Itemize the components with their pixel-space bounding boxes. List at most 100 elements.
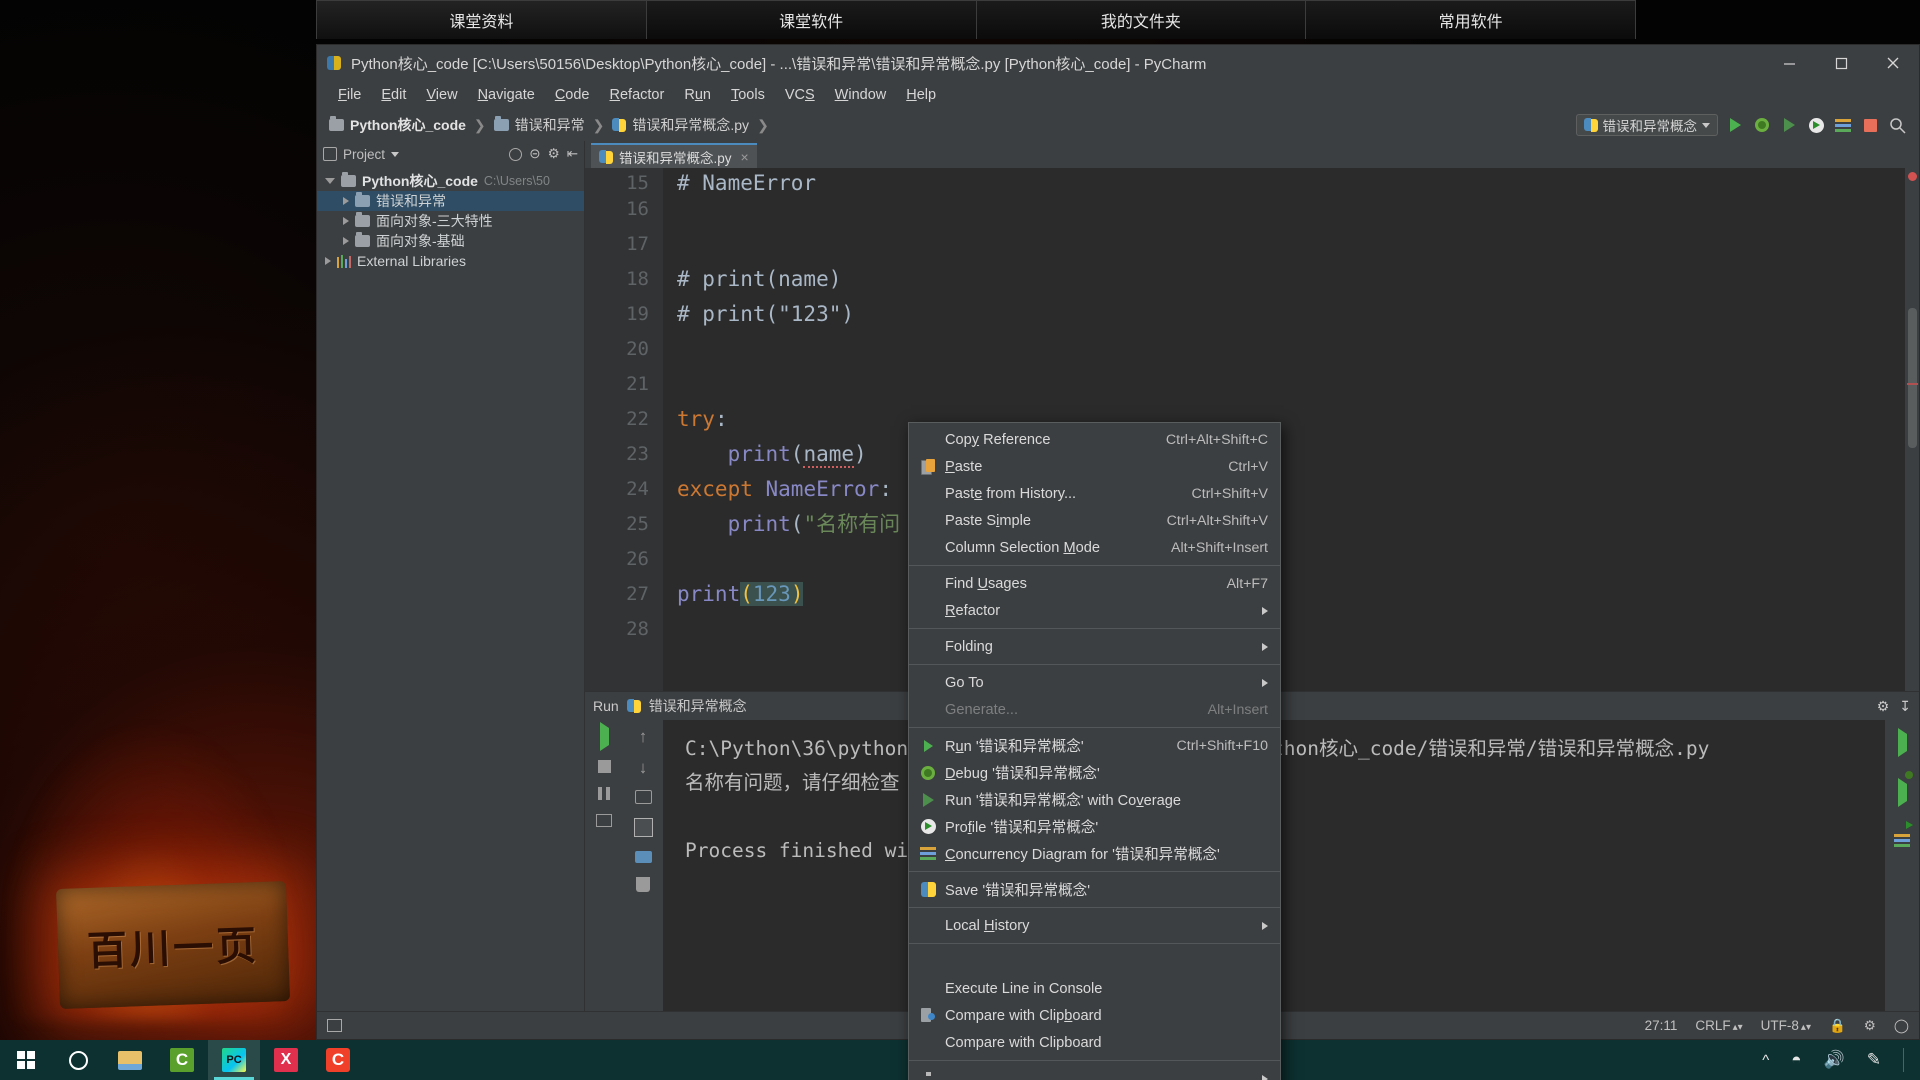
pycharm-taskbar[interactable]: PC: [208, 1040, 260, 1080]
close-icon[interactable]: [1867, 45, 1919, 81]
menu-item-compare-with-clipboard[interactable]: Compare with Clipboard: [909, 1002, 1280, 1029]
desktop-tab-2[interactable]: 我的文件夹: [975, 0, 1307, 39]
hide-icon[interactable]: ↧: [1899, 698, 1911, 715]
menu-item-go-to[interactable]: Go To: [909, 669, 1280, 696]
editor-tab-active[interactable]: 错误和异常概念.py ×: [591, 143, 757, 168]
volume-icon[interactable]: 🔊: [1824, 1050, 1845, 1070]
minimize-icon[interactable]: [1763, 45, 1815, 81]
editor-app[interactable]: C: [156, 1040, 208, 1080]
maximize-icon[interactable]: [1815, 45, 1867, 81]
menu-item-refactor[interactable]: Refactor: [909, 597, 1280, 624]
rerun-icon[interactable]: [599, 722, 609, 751]
menu-item-file-encoding[interactable]: Compare with Clipboard: [909, 1029, 1280, 1056]
print-icon[interactable]: [634, 851, 652, 863]
menu-item-paste-simple[interactable]: Paste Simple Ctrl+Alt+Shift+V: [909, 507, 1280, 534]
toggle-tool-windows-icon[interactable]: [327, 1019, 342, 1032]
chevron-down-icon[interactable]: [325, 178, 335, 184]
menu-tools[interactable]: Tools: [722, 84, 774, 106]
soft-wrap-icon[interactable]: [634, 790, 652, 804]
menu-help[interactable]: Help: [897, 84, 945, 106]
scroll-to-end-icon[interactable]: [633, 818, 653, 837]
up-icon[interactable]: ↑: [639, 728, 648, 745]
menu-edit[interactable]: Edit: [372, 84, 415, 106]
menu-item-local-history[interactable]: Local History: [909, 912, 1280, 939]
menu-code[interactable]: Code: [546, 84, 599, 106]
menu-window[interactable]: Window: [826, 84, 896, 106]
desktop-tab-0[interactable]: 课堂资料: [316, 0, 647, 39]
gear-icon[interactable]: ⚙: [1877, 698, 1890, 715]
menu-item-copy-reference[interactable]: Copy Reference Ctrl+Alt+Shift+C: [909, 426, 1280, 453]
hide-icon[interactable]: ⇤: [567, 146, 578, 162]
menu-item-run-with-coverage[interactable]: Run '错误和异常概念' with Coverage: [909, 786, 1280, 813]
tree-node-project-root[interactable]: Python核心_code C:\Users\50: [317, 171, 584, 191]
locate-icon[interactable]: [509, 147, 523, 161]
desktop-tab-1[interactable]: 课堂软件: [645, 0, 977, 39]
chevron-right-icon[interactable]: [343, 197, 349, 205]
caret-position[interactable]: 27:11: [1645, 1018, 1678, 1033]
line-separator[interactable]: CRLF ▴▾: [1695, 1018, 1742, 1033]
profile-icon[interactable]: [1806, 115, 1826, 135]
stop-icon[interactable]: [1860, 115, 1880, 135]
start-button[interactable]: [0, 1040, 52, 1080]
menu-item-paste[interactable]: Paste Ctrl+V: [909, 453, 1280, 480]
file-encoding[interactable]: UTF-8 ▴▾: [1761, 1018, 1811, 1033]
menu-view[interactable]: View: [417, 84, 466, 106]
menu-item-save-config[interactable]: Save '错误和异常概念': [909, 876, 1280, 903]
menu-vcs[interactable]: VCS: [776, 84, 824, 106]
error-marker[interactable]: [1908, 172, 1917, 181]
gear-icon[interactable]: ⚙: [548, 146, 560, 162]
coverage-icon[interactable]: [1779, 115, 1799, 135]
event-log-icon[interactable]: ◯: [1894, 1018, 1909, 1034]
menu-item-folding[interactable]: Folding: [909, 633, 1280, 660]
run-icon[interactable]: [1725, 115, 1745, 135]
concurrency-icon[interactable]: [1833, 115, 1853, 135]
menu-item-run-config[interactable]: Run '错误和异常概念' Ctrl+Shift+F10: [909, 732, 1280, 759]
code-content[interactable]: # NameError # print(name) # print("123")…: [663, 168, 1905, 691]
window-titlebar[interactable]: Python核心_code [C:\Users\50156\Desktop\Py…: [317, 45, 1919, 81]
tree-node-external-libraries[interactable]: External Libraries: [317, 251, 584, 271]
clear-icon[interactable]: [636, 877, 650, 892]
chevron-right-icon[interactable]: [343, 217, 349, 225]
xmind-app[interactable]: X: [260, 1040, 312, 1080]
run-configuration-selector[interactable]: 错误和异常概念: [1575, 114, 1718, 136]
run-icon[interactable]: [1897, 728, 1907, 757]
menu-item-run-file-in-console[interactable]: Execute Line in Console: [909, 975, 1280, 1002]
cortana-search[interactable]: [52, 1040, 104, 1080]
chevron-down-icon[interactable]: [391, 151, 400, 157]
collapse-all-icon[interactable]: ⊝: [529, 146, 540, 162]
search-icon[interactable]: [1887, 115, 1907, 135]
editor-marker-bar[interactable]: [1905, 168, 1919, 691]
close-icon[interactable]: ×: [741, 149, 749, 165]
menu-file[interactable]: File: [329, 84, 370, 106]
ime-icon[interactable]: ✎: [1867, 1050, 1881, 1070]
menu-item-concurrency-diagram[interactable]: Concurrency Diagram for '错误和异常概念': [909, 840, 1280, 867]
menu-item-debug-config[interactable]: Debug '错误和异常概念': [909, 759, 1280, 786]
breadcrumb-folder[interactable]: 错误和异常: [490, 113, 589, 137]
menu-refactor[interactable]: Refactor: [601, 84, 674, 106]
menu-item-execute-line-in-console[interactable]: [909, 948, 1280, 975]
tree-node-oop-basics[interactable]: 面向对象-基础: [317, 231, 584, 251]
breadcrumb-file[interactable]: 错误和异常概念.py: [608, 113, 753, 137]
menu-item-column-selection-mode[interactable]: Column Selection Mode Alt+Shift+Insert: [909, 534, 1280, 561]
menu-item-profile-config[interactable]: Profile '错误和异常概念': [909, 813, 1280, 840]
menu-item-diagrams[interactable]: [909, 1065, 1280, 1080]
stop-icon[interactable]: [597, 760, 611, 773]
debug-icon[interactable]: [1752, 115, 1772, 135]
wifi-icon[interactable]: ◓: [1791, 1050, 1801, 1070]
file-explorer[interactable]: [104, 1040, 156, 1080]
down-icon[interactable]: ↓: [639, 759, 648, 776]
menu-item-find-usages[interactable]: Find Usages Alt+F7: [909, 570, 1280, 597]
chevron-right-icon[interactable]: [343, 237, 349, 245]
menu-run[interactable]: Run: [675, 84, 720, 106]
editor-scrollbar[interactable]: [1908, 308, 1917, 448]
desktop-tab-3[interactable]: 常用软件: [1305, 0, 1636, 39]
chevron-up-icon[interactable]: ^: [1762, 1052, 1769, 1069]
pause-icon[interactable]: [598, 787, 610, 800]
menu-item-paste-from-history[interactable]: Paste from History... Ctrl+Shift+V: [909, 480, 1280, 507]
lock-icon[interactable]: 🔒: [1829, 1018, 1846, 1034]
tree-node-oop-three-features[interactable]: 面向对象-三大特性: [317, 211, 584, 231]
tree-node-errors-and-exceptions[interactable]: 错误和异常: [317, 191, 584, 211]
breadcrumb-project[interactable]: Python核心_code: [325, 113, 470, 137]
menu-navigate[interactable]: Navigate: [469, 84, 544, 106]
inspector-icon[interactable]: ⚙: [1864, 1018, 1876, 1034]
